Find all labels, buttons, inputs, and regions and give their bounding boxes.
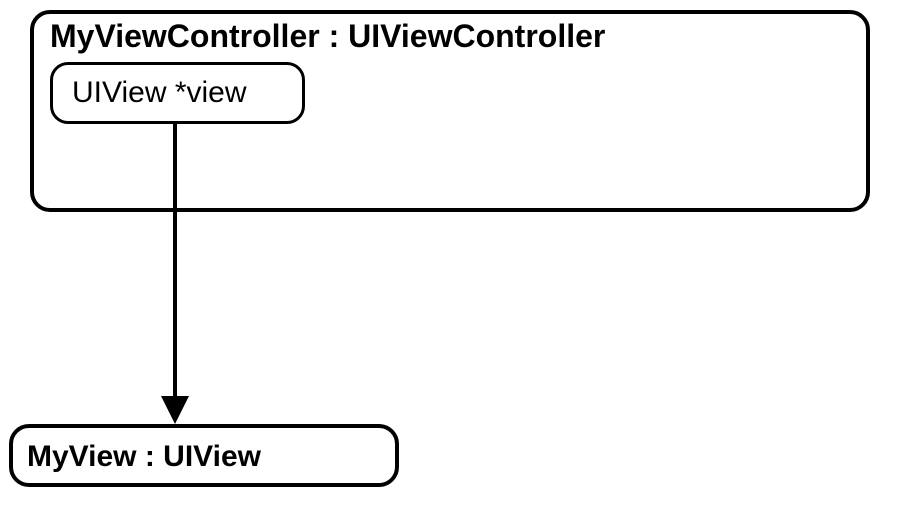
reference-arrow [155, 124, 195, 426]
controller-title: MyViewController : UIViewController [50, 18, 605, 55]
property-label: UIView *view [72, 76, 247, 110]
target-title: MyView : UIView [27, 440, 261, 474]
